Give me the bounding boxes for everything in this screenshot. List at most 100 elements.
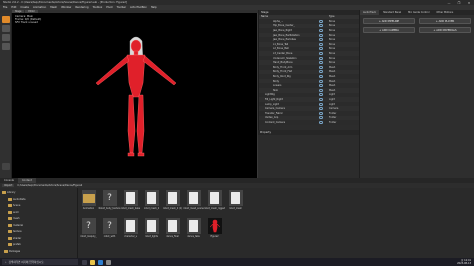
scene-row-name: L1_Bone_Tail <box>273 42 289 46</box>
file-item[interactable]: robot_mesh <box>227 190 244 210</box>
folder-icon <box>8 230 12 233</box>
menu-file[interactable]: File <box>3 6 7 9</box>
file-name: Animation <box>82 207 95 210</box>
move-tool-icon[interactable] <box>2 25 10 32</box>
visibility-icon[interactable] <box>319 97 323 101</box>
menu-mesh[interactable]: Mesh <box>50 6 57 9</box>
file-icon <box>147 220 156 232</box>
file-name: robot_mesh_2 <box>143 207 160 210</box>
menu-help[interactable]: Help <box>151 6 157 9</box>
visibility-icon[interactable] <box>319 102 323 106</box>
visibility-icon[interactable] <box>319 88 323 92</box>
file-item[interactable]: ? robot_with <box>101 218 118 238</box>
tree-item[interactable]: shader <box>8 236 21 241</box>
scene-row-type: Folder <box>329 111 337 115</box>
visibility-icon[interactable] <box>319 38 323 42</box>
tab-standard-panel[interactable]: Standard Panel <box>380 10 404 15</box>
scene-row-name: L3_Center_Bone <box>273 51 293 55</box>
tree-item[interactable]: mesh <box>8 216 20 221</box>
file-item[interactable]: ? Robot_body_texture <box>99 190 120 210</box>
file-explorer-icon[interactable] <box>90 259 95 265</box>
menu-rendering[interactable]: Rendering <box>75 6 88 9</box>
tree-item[interactable]: Scene <box>8 203 20 208</box>
file-item[interactable]: robot_mesh_bake <box>121 190 140 210</box>
browser-icon[interactable] <box>98 259 103 265</box>
menu-edit[interactable]: Edit <box>11 6 16 9</box>
add-pipeline-button[interactable]: + ADD PIPELINE <box>363 18 415 24</box>
scene-row[interactable]: Content_Camera Folder <box>259 120 360 125</box>
menu-actortoolbox[interactable]: ActorToolBox <box>130 6 147 9</box>
visibility-icon[interactable] <box>319 79 323 83</box>
file-item[interactable]: Animation <box>80 190 97 210</box>
rotate-tool-icon[interactable] <box>2 34 10 41</box>
add-player-button[interactable]: + ADD PLAYER <box>419 18 471 24</box>
tree-item[interactable]: AudioData <box>8 197 26 202</box>
file-item[interactable]: robot_mesh_scene <box>183 190 204 210</box>
visibility-icon[interactable] <box>319 24 323 28</box>
file-name: robot_mesh_rigged <box>204 207 225 210</box>
visibility-icon[interactable] <box>319 107 323 111</box>
figure-model[interactable] <box>12 13 257 178</box>
tree-item[interactable]: anim <box>8 210 19 215</box>
file-item[interactable]: robot_mesh_2 (1) <box>163 190 182 210</box>
file-item[interactable]: Figure2 <box>206 218 223 238</box>
tab-audiotrack[interactable]: AudioTrack <box>360 10 380 15</box>
tree-item[interactable]: Packages <box>4 249 20 254</box>
visibility-icon[interactable] <box>319 56 323 60</box>
visibility-icon[interactable] <box>319 47 323 51</box>
menu-toolbox[interactable]: Toolbox <box>93 6 103 9</box>
file-item[interactable]: character_s <box>122 218 139 238</box>
tree-item[interactable]: prefab <box>8 242 21 247</box>
visibility-icon[interactable] <box>319 70 323 74</box>
file-item[interactable]: dance_take <box>185 218 202 238</box>
menu-create[interactable]: Create <box>20 6 29 9</box>
menu-animation[interactable]: Animation <box>33 6 46 9</box>
visibility-icon[interactable] <box>319 93 323 97</box>
visibility-icon[interactable] <box>319 120 323 124</box>
visibility-icon[interactable] <box>319 65 323 69</box>
tree-item[interactable]: material <box>8 223 23 228</box>
column-name[interactable]: Name <box>261 15 268 18</box>
menu-toolbar[interactable]: Toolbar <box>117 6 126 9</box>
scene-row-name: Body <box>273 79 280 83</box>
studio-app-icon[interactable] <box>106 259 111 265</box>
import-button[interactable]: Import <box>2 184 15 187</box>
column-type[interactable]: Type <box>329 15 335 18</box>
visibility-icon[interactable] <box>319 84 323 88</box>
visibility-icon[interactable] <box>319 28 323 32</box>
file-item[interactable]: robot_mesh_rigged <box>204 190 225 210</box>
visibility-icon[interactable] <box>319 61 323 65</box>
select-tool-icon[interactable] <box>2 16 10 23</box>
tree-item[interactable]: Library <box>2 190 15 195</box>
path-input[interactable]: C:/Users/teqc/Documents/Actors/Scene/Dan… <box>17 184 82 187</box>
visibility-icon[interactable] <box>319 33 323 37</box>
tab-mic-guide[interactable]: Mic Guide Control <box>405 10 432 15</box>
tree-item-label: shader <box>13 236 22 240</box>
visibility-icon[interactable] <box>319 51 323 55</box>
taskbar-search[interactable]: ⌕ 검색하려면 여기에 입력하십시오. <box>2 259 78 265</box>
scene-row-type: Bone <box>329 38 336 42</box>
tree-item[interactable]: texture <box>8 229 22 234</box>
file-item[interactable]: dance_final <box>164 218 181 238</box>
menu-pivot[interactable]: Pivot <box>106 6 112 9</box>
search-input[interactable]: 검색하려면 여기에 입력하십시오. <box>8 260 44 264</box>
visibility-icon[interactable] <box>319 19 323 23</box>
visibility-icon[interactable] <box>319 42 323 46</box>
visibility-icon[interactable] <box>319 74 323 78</box>
task-view-icon[interactable] <box>82 259 87 265</box>
file-item[interactable]: robot_lights <box>143 218 160 238</box>
add-materials-button[interactable]: + ADD MATERIALS <box>419 27 471 33</box>
file-item[interactable]: robot_mesh_2 <box>143 190 160 210</box>
visibility-icon[interactable] <box>319 116 323 120</box>
add-camera-button[interactable]: + ADD CAMERA <box>363 27 415 33</box>
viewport[interactable] <box>12 13 257 178</box>
menu-window[interactable]: Window <box>61 6 71 9</box>
scale-tool-icon[interactable] <box>2 43 10 50</box>
clock-date[interactable]: 2023-08-13 <box>457 262 471 265</box>
visibility-icon[interactable] <box>319 111 323 115</box>
file-name: dance_final <box>166 235 179 238</box>
file-item[interactable]: ? robot_lowpoly_ <box>80 218 97 238</box>
folder-icon <box>82 193 95 203</box>
tab-other-motions[interactable]: Other Motions <box>433 10 456 15</box>
system-tray: 한 12:41 2023-08-13 <box>457 259 471 265</box>
